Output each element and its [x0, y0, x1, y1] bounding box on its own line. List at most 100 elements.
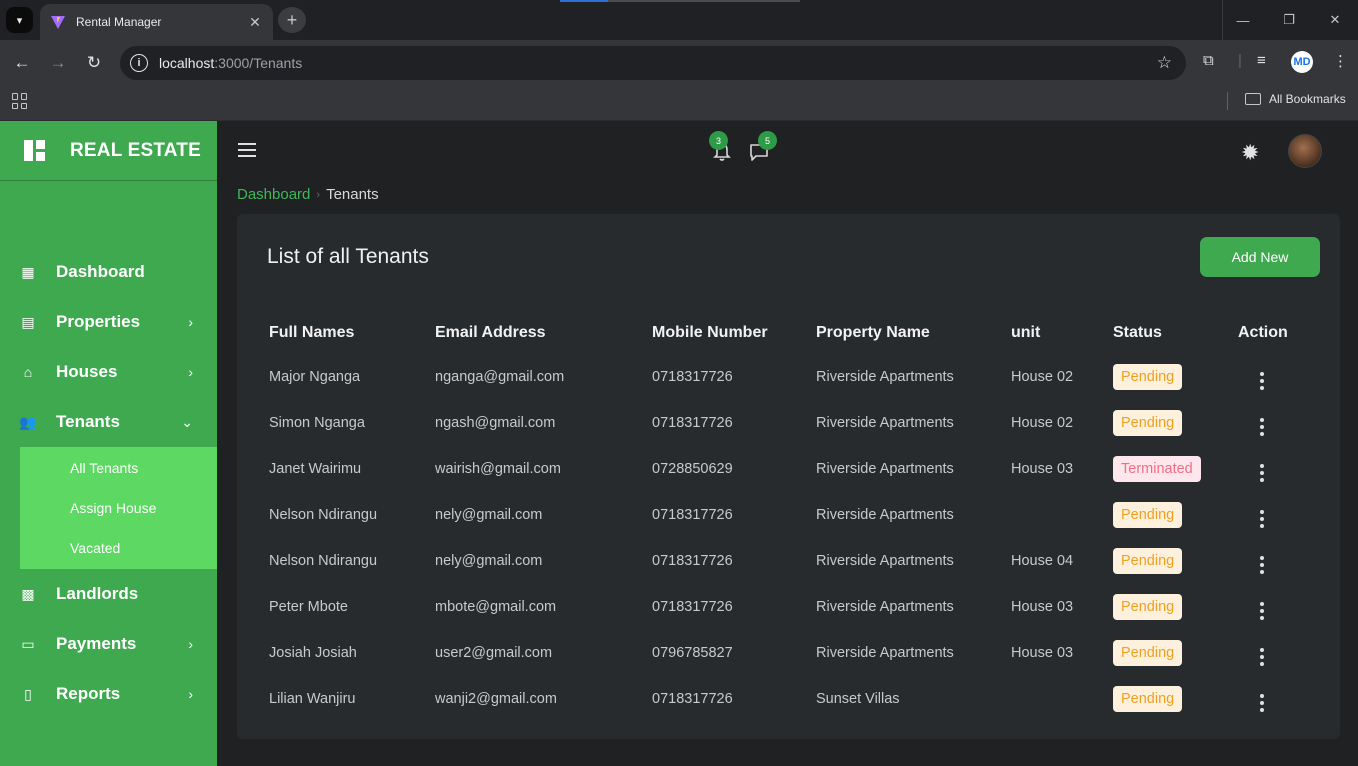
- breadcrumb-dashboard-link[interactable]: Dashboard: [237, 186, 310, 203]
- app-topbar: 3 5 ✹: [217, 121, 1358, 181]
- home-icon: ⌂: [23, 364, 33, 380]
- tenant-email-cell: wairish@gmail.com: [435, 461, 561, 477]
- theme-settings-icon[interactable]: ✹: [1241, 140, 1259, 166]
- tenant-mobile-cell: 0796785827: [652, 645, 733, 661]
- sidebar-item-payments[interactable]: ▭ Payments ›: [0, 619, 217, 669]
- address-bar[interactable]: i localhost:3000/Tenants ☆: [120, 46, 1186, 80]
- folder-icon: [1245, 93, 1261, 105]
- browser-menu-icon[interactable]: ⋮: [1333, 52, 1348, 70]
- sidebar-item-label: Reports: [56, 684, 121, 703]
- submenu-item-assign-house[interactable]: Assign House: [20, 488, 217, 528]
- sidebar-item-tenants[interactable]: 👥 Tenants ⌄: [0, 397, 217, 447]
- profile-avatar[interactable]: MD: [1291, 51, 1313, 73]
- row-actions-kebab-icon[interactable]: [1260, 694, 1264, 712]
- status-badge: Pending: [1113, 686, 1183, 712]
- payment-card-icon: ▭: [21, 635, 35, 652]
- bookmark-star-icon[interactable]: ☆: [1157, 53, 1172, 73]
- reload-icon[interactable]: ↻: [82, 51, 106, 75]
- table-row: Josiah Josiah user2@gmail.com 0796785827 Ri…: [259, 630, 1308, 676]
- tenant-status-cell: Pending: [1103, 400, 1228, 446]
- messages-button[interactable]: 5: [748, 131, 777, 163]
- row-actions-kebab-icon[interactable]: [1260, 418, 1264, 436]
- browser-tab-bar: ▾ Rental Manager ✕ + — ❐ ✕: [0, 0, 1358, 40]
- row-actions-kebab-icon[interactable]: [1260, 602, 1264, 620]
- all-bookmarks-button[interactable]: All Bookmarks: [1245, 92, 1346, 106]
- tenant-unit-cell: House 03: [1011, 461, 1074, 477]
- sidebar-menu: ▦ Dashboard ▤ Properties › ⌂ Houses › 👥 …: [0, 247, 217, 719]
- sidebar-item-properties[interactable]: ▤ Properties ›: [0, 297, 217, 347]
- status-badge: Pending: [1113, 410, 1183, 436]
- sidebar-item-houses[interactable]: ⌂ Houses ›: [0, 347, 217, 397]
- row-actions-kebab-icon[interactable]: [1260, 464, 1264, 482]
- landlord-icon: ▩: [21, 585, 35, 602]
- tenant-property-cell: Riverside Apartments: [816, 461, 954, 477]
- tab-search-button[interactable]: ▾: [6, 7, 33, 33]
- toolbar-divider: |: [1238, 52, 1242, 69]
- sidebar-item-dashboard[interactable]: ▦ Dashboard: [0, 247, 217, 297]
- site-info-icon[interactable]: i: [130, 54, 148, 72]
- tenants-card: List of all Tenants Add New Full Names E…: [237, 214, 1340, 739]
- table-header-row: Full Names Email Address Mobile Number P…: [259, 312, 1308, 354]
- chevron-right-icon: ›: [188, 364, 193, 380]
- apps-grid-icon[interactable]: [12, 93, 28, 109]
- table-row: Nelson Ndirangu nely@gmail.com 0718317726 R…: [259, 538, 1308, 584]
- row-actions-kebab-icon[interactable]: [1260, 648, 1264, 666]
- tenants-table: Full Names Email Address Mobile Number P…: [259, 312, 1308, 722]
- media-control-icon[interactable]: ≡: [1257, 52, 1266, 69]
- status-badge: Pending: [1113, 640, 1183, 666]
- submenu-item-vacated[interactable]: Vacated: [20, 528, 217, 568]
- extensions-icon[interactable]: ⧉: [1203, 52, 1214, 69]
- sidebar-item-reports[interactable]: ▯ Reports ›: [0, 669, 217, 719]
- breadcrumb: Dashboard › Tenants: [237, 186, 379, 203]
- tenant-email-cell: mbote@gmail.com: [435, 599, 557, 615]
- all-bookmarks-label: All Bookmarks: [1269, 92, 1346, 106]
- tenant-property-cell: Sunset Villas: [816, 691, 900, 707]
- browser-toolbar: ← → ↻ i localhost:3000/Tenants ☆ ⧉ | ≡ M…: [0, 40, 1358, 86]
- tenant-action-cell: [1228, 354, 1308, 400]
- tenant-name-cell: Josiah Josiah: [269, 645, 357, 661]
- sidebar-item-label: Properties: [56, 312, 141, 331]
- tenant-action-cell: [1228, 400, 1308, 446]
- tab-close-icon[interactable]: ✕: [247, 14, 263, 31]
- restore-button[interactable]: ❐: [1266, 0, 1312, 40]
- tenant-action-cell: [1228, 492, 1308, 538]
- column-header: unit: [1011, 324, 1041, 341]
- brand[interactable]: REAL ESTATE: [0, 121, 217, 181]
- vite-favicon-icon: [51, 16, 65, 29]
- tenant-name-cell: Janet Wairimu: [269, 461, 362, 477]
- tenant-email-cell: nganga@gmail.com: [435, 369, 565, 385]
- table-row: Simon Nganga ngash@gmail.com 0718317726 Riv…: [259, 400, 1308, 446]
- close-window-button[interactable]: ✕: [1312, 0, 1358, 40]
- status-badge: Terminated: [1113, 456, 1201, 482]
- sidebar-item-landlords[interactable]: ▩ Landlords: [0, 569, 217, 619]
- row-actions-kebab-icon[interactable]: [1260, 372, 1264, 390]
- browser-tab[interactable]: Rental Manager ✕: [40, 4, 273, 40]
- chevron-right-icon: ›: [188, 686, 193, 702]
- tenant-email-cell: wanji2@gmail.com: [435, 691, 557, 707]
- table-row: Nelson Ndirangu nely@gmail.com 0718317726 R…: [259, 492, 1308, 538]
- add-new-button[interactable]: Add New: [1200, 237, 1320, 277]
- tenant-mobile-cell: 0718317726: [652, 415, 733, 431]
- tenant-property-cell: Riverside Apartments: [816, 507, 954, 523]
- chevron-down-icon: ⌄: [181, 413, 193, 430]
- tenant-status-cell: Pending: [1103, 676, 1228, 722]
- bookmarks-bar: All Bookmarks: [0, 86, 1358, 121]
- tenant-name-cell: Peter Mbote: [269, 599, 348, 615]
- row-actions-kebab-icon[interactable]: [1260, 510, 1264, 528]
- notifications-button[interactable]: 3: [709, 131, 733, 163]
- forward-icon[interactable]: →: [46, 51, 70, 75]
- message-count-badge: 5: [758, 131, 777, 150]
- tenant-status-cell: Pending: [1103, 354, 1228, 400]
- user-avatar[interactable]: [1288, 134, 1322, 168]
- sidebar-item-label: Houses: [56, 362, 118, 381]
- hamburger-menu-icon[interactable]: [238, 143, 256, 157]
- submenu-item-all-tenants[interactable]: All Tenants: [20, 448, 217, 488]
- new-tab-button[interactable]: +: [278, 7, 306, 33]
- back-icon[interactable]: ←: [10, 51, 34, 75]
- users-icon: 👥: [19, 413, 37, 430]
- row-actions-kebab-icon[interactable]: [1260, 556, 1264, 574]
- tenant-status-cell: Pending: [1103, 492, 1228, 538]
- minimize-button[interactable]: —: [1220, 0, 1266, 40]
- page-title: List of all Tenants: [267, 245, 429, 268]
- dashboard-icon: ▦: [21, 263, 35, 280]
